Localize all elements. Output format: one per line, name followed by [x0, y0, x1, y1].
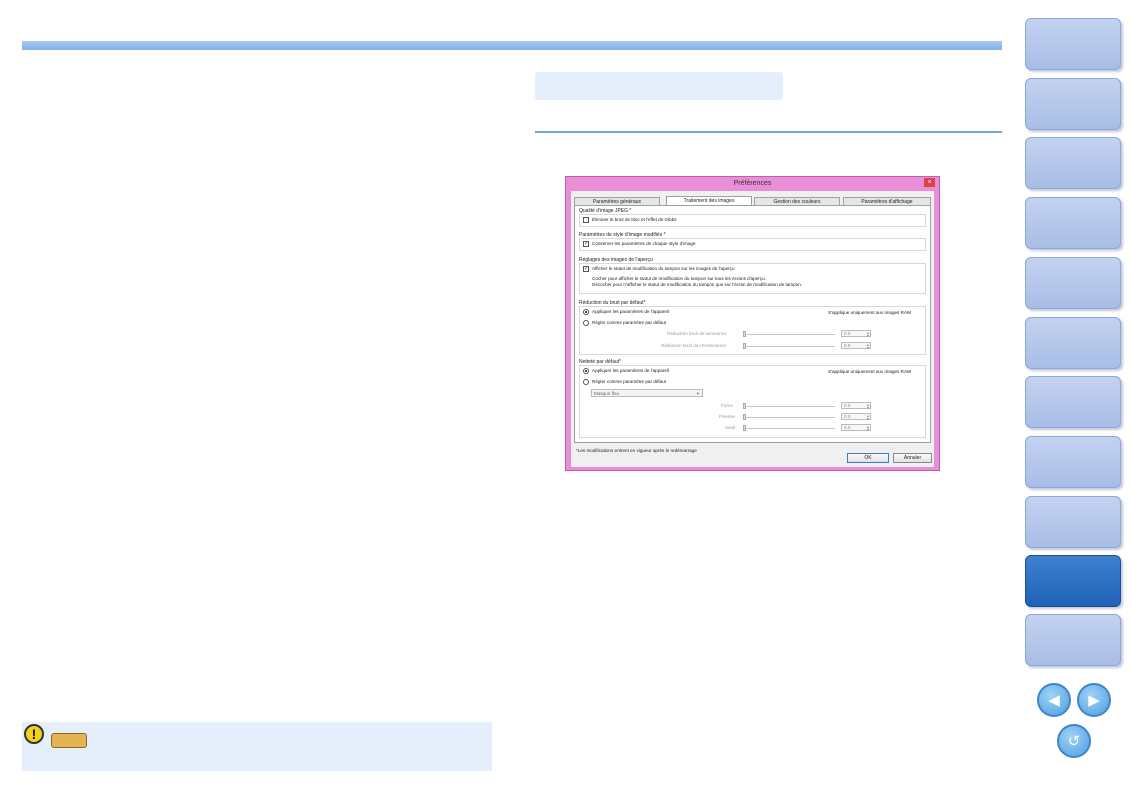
sharpness-default-radio[interactable]: [583, 379, 589, 385]
preferences-dialog: Préférences × Paramètres généraux Traite…: [565, 176, 940, 471]
nav-tab-11[interactable]: [1025, 614, 1121, 666]
nav-tab-1[interactable]: [1025, 18, 1121, 70]
nav-tab-5[interactable]: [1025, 257, 1121, 309]
fineness-spinbox[interactable]: 0.0 ▴ ▾: [841, 413, 871, 421]
tab-general-settings[interactable]: Paramètres généraux: [574, 197, 660, 205]
threshold-value: 0.0: [844, 425, 851, 430]
sharpness-raw-note: S'applique uniquement aux images RAW: [828, 369, 912, 374]
close-button[interactable]: ×: [924, 178, 935, 187]
nav-tab-3[interactable]: [1025, 137, 1121, 189]
keep-style-checkbox[interactable]: ✓: [583, 241, 589, 247]
nav-tab-10-active[interactable]: [1025, 555, 1121, 607]
sharpness-camera-label: Appliquer les paramètres de l'appareil: [592, 368, 669, 373]
noise-camera-label: Appliquer les paramètres de l'appareil: [592, 309, 669, 314]
chrominance-slider-thumb[interactable]: [743, 343, 746, 349]
strength-slider-thumb[interactable]: [743, 403, 746, 409]
caution-icon: !: [24, 724, 44, 744]
stamp-status-checkbox[interactable]: ✓: [583, 266, 589, 272]
threshold-spinbox[interactable]: 0.0 ▴ ▾: [841, 424, 871, 432]
image-processing-panel: Qualité d'image JPEG * Éliminer le bruit…: [574, 205, 931, 443]
dialog-title: Préférences: [733, 180, 772, 187]
nav-tab-2[interactable]: [1025, 78, 1121, 130]
tab-display-settings[interactable]: Paramètres d'affichage: [843, 197, 931, 205]
threshold-label: Seuil: [725, 425, 736, 430]
preview-note-2: Décocher pour n'afficher le statut de mo…: [592, 282, 803, 287]
arrow-right-icon: ▶: [1088, 692, 1100, 709]
fineness-slider[interactable]: [743, 417, 835, 418]
luminance-slider[interactable]: [743, 334, 835, 335]
fineness-slider-thumb[interactable]: [743, 414, 746, 420]
stamp-status-label: Afficher le statut de modification du ta…: [592, 266, 735, 271]
spin-arrows-icon: ▴ ▾: [866, 413, 869, 421]
tab-color-management[interactable]: Gestion des couleurs: [754, 197, 840, 205]
chrominance-value: 0.0: [844, 343, 851, 348]
caution-tag: [51, 733, 87, 748]
spin-arrows-icon: ▴ ▾: [866, 402, 869, 410]
fineness-label: Finesse: [719, 414, 736, 419]
restart-footer-note: *Les modifications entrent en vigueur ap…: [576, 448, 697, 453]
nav-tab-8[interactable]: [1025, 436, 1121, 488]
luminance-value: 0.0: [844, 331, 851, 336]
section-heading-box: [535, 72, 783, 100]
nav-tab-9[interactable]: [1025, 496, 1121, 548]
preview-note-1: Cocher pour afficher le statut de modifi…: [592, 276, 766, 281]
top-header-bar: [22, 41, 1002, 50]
fineness-value: 0.0: [844, 414, 851, 419]
nav-tab-6[interactable]: [1025, 317, 1121, 369]
strength-label: Force: [721, 403, 733, 408]
spin-arrows-icon: ▴ ▾: [866, 342, 869, 350]
chrominance-spinbox[interactable]: 0.0 ▴ ▾: [841, 342, 871, 350]
noise-block-label: Éliminer le bruit de bloc et l'effet de …: [592, 217, 677, 222]
noise-default-radio[interactable]: [583, 320, 589, 326]
arrow-left-icon: ◀: [1048, 692, 1060, 709]
strength-spinbox[interactable]: 0.0 ▴ ▾: [841, 402, 871, 410]
chrominance-label: Réduction bruit de chrominance: [661, 343, 726, 348]
caution-note-box: [22, 722, 492, 771]
sharpness-type-value: Masque flou: [594, 391, 620, 396]
sharpness-type-select[interactable]: Masque flou ▾: [591, 389, 703, 397]
next-page-button[interactable]: ▶: [1077, 683, 1111, 717]
spin-arrows-icon: ▴ ▾: [866, 424, 869, 432]
noise-raw-note: S'applique uniquement aux images RAW: [828, 310, 912, 315]
threshold-slider-thumb[interactable]: [743, 425, 746, 431]
luminance-spinbox[interactable]: 0.0 ▴ ▾: [841, 330, 871, 338]
keep-style-label: Conserver les paramètres de chaque style…: [592, 241, 696, 246]
return-button[interactable]: ↺: [1057, 724, 1091, 758]
previous-page-button[interactable]: ◀: [1037, 683, 1071, 717]
strength-slider[interactable]: [743, 406, 835, 407]
chrominance-slider[interactable]: [743, 346, 835, 347]
noise-default-label: Régler comme paramètre par défaut: [592, 320, 667, 325]
chevron-down-icon: ▾: [696, 391, 699, 396]
sharpness-default-label: Régler comme paramètre par défaut: [592, 379, 667, 384]
luminance-slider-thumb[interactable]: [743, 331, 746, 337]
return-icon: ↺: [1067, 733, 1081, 750]
luminance-label: Réduction bruit de luminance: [667, 331, 727, 336]
cancel-button[interactable]: Annuler: [893, 453, 932, 463]
nav-tab-4[interactable]: [1025, 197, 1121, 249]
sharpness-camera-radio[interactable]: [583, 368, 589, 374]
spin-arrows-icon: ▴ ▾: [866, 330, 869, 338]
noise-block-checkbox[interactable]: [583, 217, 589, 223]
strength-value: 0.0: [844, 403, 851, 408]
threshold-slider[interactable]: [743, 428, 835, 429]
section-divider: [535, 131, 1002, 133]
nav-tab-7[interactable]: [1025, 376, 1121, 428]
dialog-body: Paramètres généraux Traitement des image…: [571, 191, 934, 467]
ok-button[interactable]: OK: [847, 453, 889, 463]
noise-camera-radio[interactable]: [583, 309, 589, 315]
